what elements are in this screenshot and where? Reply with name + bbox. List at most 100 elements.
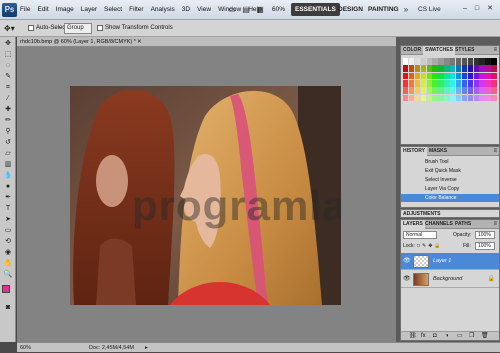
swatch-cell[interactable] xyxy=(461,87,468,95)
swatch-cell[interactable] xyxy=(414,94,421,102)
swatch-cell[interactable] xyxy=(467,87,473,95)
opacity-input[interactable]: 100% xyxy=(475,231,495,239)
shape-tool-icon[interactable]: ▭ xyxy=(2,226,14,236)
new-group-icon[interactable]: ▭ xyxy=(457,332,463,341)
swatch-cell[interactable] xyxy=(426,58,432,65)
swatch-cell[interactable] xyxy=(479,87,485,95)
swatch-cell[interactable] xyxy=(491,65,497,73)
blend-mode-select[interactable]: Normal xyxy=(403,231,437,239)
history-item[interactable]: Layer Via Copy xyxy=(401,185,499,193)
quick-mask-icon[interactable]: ◙ xyxy=(2,303,14,313)
clone-stamp-tool-icon[interactable]: ⚲ xyxy=(2,127,14,137)
foreground-color-swatch[interactable] xyxy=(2,285,10,293)
transform-controls-checkbox[interactable] xyxy=(97,25,103,31)
history-item[interactable]: Brush Tool xyxy=(401,158,499,166)
swatch-cell[interactable] xyxy=(438,58,444,65)
menu-filter[interactable]: Filter xyxy=(129,4,143,15)
swatch-cell[interactable] xyxy=(479,80,485,87)
tab-masks[interactable]: MASKS xyxy=(427,147,449,156)
swatch-cell[interactable] xyxy=(408,87,415,95)
swatch-cell[interactable] xyxy=(438,80,444,87)
swatch-cell[interactable] xyxy=(408,94,415,102)
tab-channels[interactable]: CHANNELS xyxy=(423,220,455,229)
gradient-tool-icon[interactable]: ▥ xyxy=(2,160,14,170)
swatch-cell[interactable] xyxy=(479,72,485,80)
menu-image[interactable]: Image xyxy=(56,4,74,15)
arrange-icon[interactable]: ▦ xyxy=(254,4,266,15)
add-mask-icon[interactable]: ◘ xyxy=(433,332,437,341)
layer-style-icon[interactable]: fx xyxy=(421,332,426,341)
swatch-cell[interactable] xyxy=(461,80,468,87)
menu-select[interactable]: Select xyxy=(104,4,122,15)
visibility-eye-icon[interactable]: 👁 xyxy=(403,275,411,283)
tab-swatches[interactable]: SWATCHES xyxy=(423,46,455,55)
swatch-cell[interactable] xyxy=(444,87,450,95)
auto-select-dropdown[interactable]: Group xyxy=(64,23,92,34)
tab-close-icon[interactable]: ✕ xyxy=(137,37,142,47)
swatch-cell[interactable] xyxy=(420,58,426,65)
swatch-cell[interactable] xyxy=(403,87,409,95)
swatch-cell[interactable] xyxy=(408,65,415,73)
swatch-cell[interactable] xyxy=(479,58,485,65)
history-item-selected[interactable]: Color Balance xyxy=(401,194,499,202)
swatch-cell[interactable] xyxy=(432,72,438,80)
fill-input[interactable]: 100% xyxy=(475,242,495,250)
swatch-cell[interactable] xyxy=(491,72,497,80)
swatch-cell[interactable] xyxy=(491,87,497,95)
swatch-cell[interactable] xyxy=(444,58,450,65)
swatch-cell[interactable] xyxy=(461,65,468,73)
auto-select-checkbox[interactable] xyxy=(28,25,34,31)
new-layer-icon[interactable]: ❐ xyxy=(469,332,474,341)
swatch-cell[interactable] xyxy=(450,65,456,73)
swatch-cell[interactable] xyxy=(473,80,479,87)
workspace-painting[interactable]: PAINTING xyxy=(364,3,403,16)
swatch-cell[interactable] xyxy=(485,65,491,73)
swatch-cell[interactable] xyxy=(479,65,485,73)
history-item[interactable]: Select Inverse xyxy=(401,176,499,184)
swatch-cell[interactable] xyxy=(485,87,491,95)
swatch-cell[interactable] xyxy=(420,80,426,87)
tab-history[interactable]: HISTORY xyxy=(401,147,427,156)
menu-3d[interactable]: 3D xyxy=(182,4,190,15)
swatch-cell[interactable] xyxy=(420,87,426,95)
menu-file[interactable]: File xyxy=(20,4,30,15)
swatch-cell[interactable] xyxy=(414,80,421,87)
swatch-cell[interactable] xyxy=(420,65,426,73)
swatch-cell[interactable] xyxy=(432,58,438,65)
tab-styles[interactable]: STYLES xyxy=(453,46,476,55)
swatch-cell[interactable] xyxy=(450,58,456,65)
cs-live-button[interactable]: CS Live xyxy=(418,4,441,15)
swatch-cell[interactable] xyxy=(438,65,444,73)
swatch-cell[interactable] xyxy=(467,58,473,65)
swatch-cell[interactable] xyxy=(420,94,426,102)
tab-color[interactable]: COLOR xyxy=(401,46,423,55)
swatch-cell[interactable] xyxy=(420,72,426,80)
swatch-cell[interactable] xyxy=(467,72,473,80)
pen-tool-icon[interactable]: ✒ xyxy=(2,193,14,203)
swatch-cell[interactable] xyxy=(403,80,409,87)
swatch-cell[interactable] xyxy=(467,94,473,102)
swatch-cell[interactable] xyxy=(426,87,432,95)
swatch-cell[interactable] xyxy=(461,72,468,80)
swatch-cell[interactable] xyxy=(432,80,438,87)
swatch-cell[interactable] xyxy=(479,94,485,102)
swatch-cell[interactable] xyxy=(491,94,497,102)
swatch-cell[interactable] xyxy=(432,94,438,102)
3d-rotate-tool-icon[interactable]: ⟲ xyxy=(2,237,14,247)
swatch-cell[interactable] xyxy=(455,72,462,80)
swatch-cell[interactable] xyxy=(444,80,450,87)
lock-icons[interactable]: □✎✥🔒 xyxy=(417,242,443,250)
menu-view[interactable]: View xyxy=(197,4,211,15)
close-icon[interactable]: ✕ xyxy=(485,3,495,14)
path-selection-tool-icon[interactable]: ➤ xyxy=(2,215,14,225)
bridge-icon[interactable]: ▭ xyxy=(226,4,238,15)
document-tab[interactable]: rhdc10b.bmp @ 60% (Layer 1, RGB/8/CMYK) … xyxy=(17,37,396,47)
healing-brush-tool-icon[interactable]: ✚ xyxy=(2,105,14,115)
swatch-cell[interactable] xyxy=(455,80,462,87)
swatch-cell[interactable] xyxy=(444,65,450,73)
tab-layers[interactable]: LAYERS xyxy=(401,220,425,229)
swatch-cell[interactable] xyxy=(450,72,456,80)
blur-tool-icon[interactable]: 💧 xyxy=(2,171,14,181)
swatch-cell[interactable] xyxy=(467,80,473,87)
swatch-cell[interactable] xyxy=(432,87,438,95)
